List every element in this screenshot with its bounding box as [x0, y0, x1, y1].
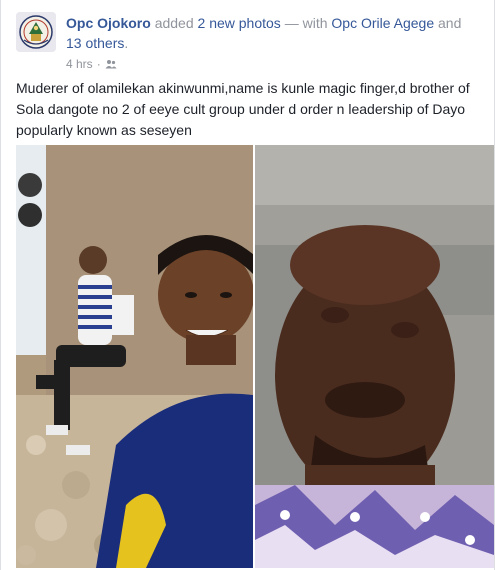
post-header: Opc Ojokoro added 2 new photos — with Op… — [66, 13, 476, 53]
action-text: added — [154, 15, 194, 31]
tagged-person-link[interactable]: Opc Orile Agege — [331, 15, 434, 31]
author-avatar[interactable] — [16, 12, 56, 52]
meta-separator: · — [96, 57, 101, 71]
photo-1-image — [16, 145, 253, 568]
post-photo-1[interactable] — [16, 145, 253, 568]
with-text: — with — [284, 15, 328, 31]
period-text: . — [124, 35, 129, 51]
post-photo-2[interactable] — [255, 145, 494, 568]
post-meta: 4 hrs · — [66, 56, 117, 72]
and-text: and — [438, 15, 462, 31]
photos-link[interactable]: 2 new photos — [198, 15, 281, 31]
others-link[interactable]: 13 others — [66, 35, 124, 51]
friends-icon[interactable] — [105, 58, 117, 70]
feed-post: Opc Ojokoro added 2 new photos — with Op… — [0, 0, 495, 570]
avatar-logo-icon — [16, 12, 56, 52]
post-message: Muderer of olamilekan akinwunmi,name is … — [16, 80, 470, 138]
photo-2-image — [255, 145, 494, 568]
author-name-link[interactable]: Opc Ojokoro — [66, 15, 151, 31]
post-timestamp[interactable]: 4 hrs — [66, 56, 93, 72]
